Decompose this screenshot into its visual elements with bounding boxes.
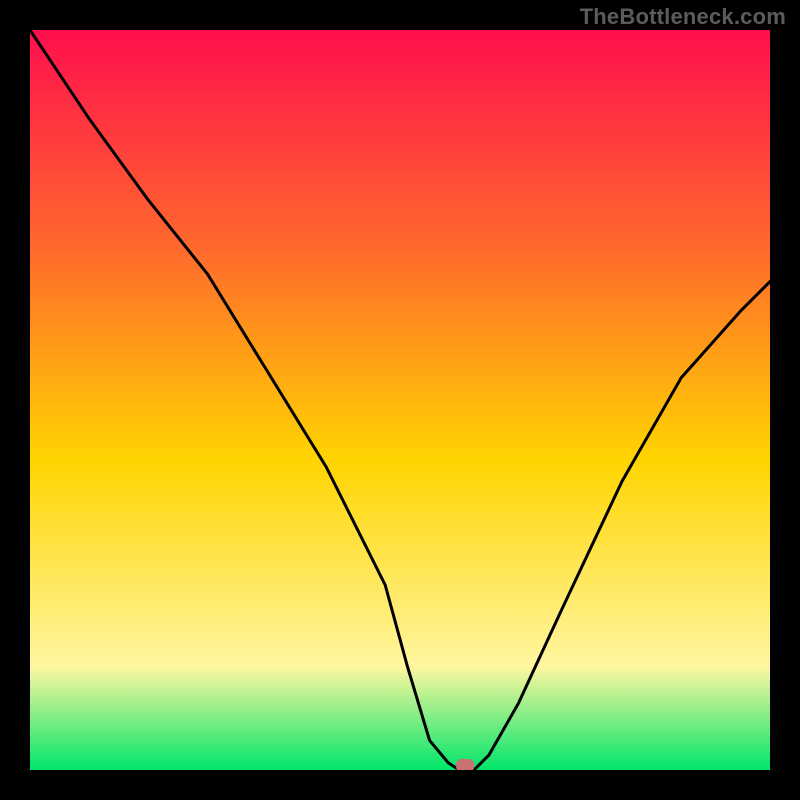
chart-svg — [30, 30, 770, 770]
watermark-text: TheBottleneck.com — [580, 4, 786, 30]
chart-frame: TheBottleneck.com — [0, 0, 800, 800]
plot-area — [30, 30, 770, 770]
valley-marker — [456, 759, 474, 770]
gradient-background — [30, 30, 770, 770]
